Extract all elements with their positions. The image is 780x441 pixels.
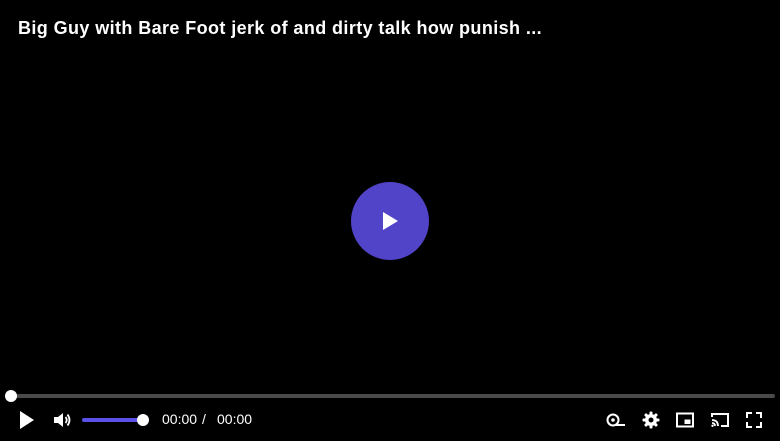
progress-bar[interactable] — [11, 394, 775, 398]
time-separator: / — [202, 411, 206, 427]
duration: 00:00 — [217, 411, 253, 427]
volume-slider[interactable] — [82, 418, 144, 422]
volume-handle[interactable] — [137, 414, 149, 426]
fullscreen-button[interactable] — [742, 408, 766, 432]
cast-icon — [711, 413, 729, 427]
current-time: 00:00 — [162, 411, 198, 427]
play-icon — [20, 411, 34, 429]
settings-icon — [642, 411, 660, 429]
play-button[interactable] — [14, 408, 40, 432]
big-play-button[interactable] — [351, 182, 429, 260]
pip-button[interactable] — [673, 408, 697, 432]
volume-button[interactable] — [50, 408, 74, 432]
settings-button[interactable] — [639, 408, 663, 432]
quality-icon — [606, 413, 625, 427]
play-icon — [383, 212, 398, 230]
pip-icon — [676, 412, 694, 428]
video-title: Big Guy with Bare Foot jerk of and dirty… — [18, 18, 543, 38]
quality-button[interactable] — [604, 408, 628, 432]
progress-handle[interactable] — [5, 390, 17, 402]
volume-icon — [54, 413, 71, 427]
cast-button[interactable] — [708, 408, 732, 432]
fullscreen-icon — [746, 412, 762, 428]
